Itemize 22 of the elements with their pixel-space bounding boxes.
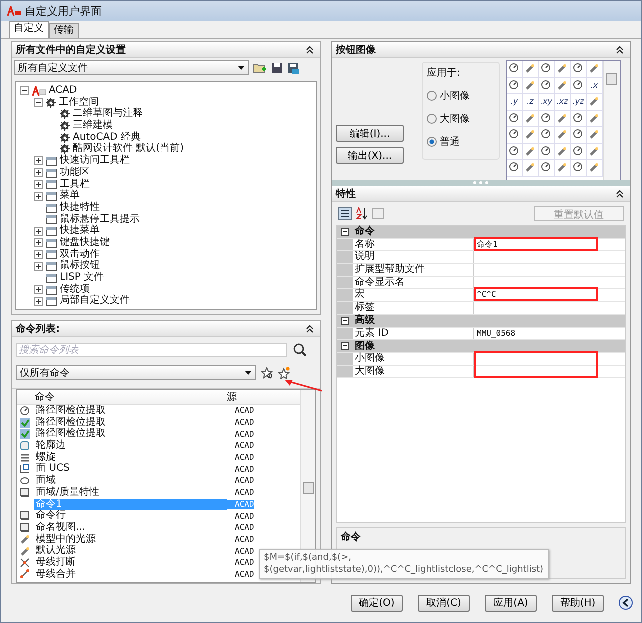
window-title: 自定义用户界面 [25,4,102,18]
category-label: 命令 [355,226,375,238]
column-header: 命令 [34,391,56,404]
category-label: 高级 [355,315,375,326]
group-label: 应用于: [427,66,462,80]
column-header: 源 [226,391,237,404]
tooltip: $M=$(if,$(and,$(>, $(getvar,lightliststate),0)),^C^C_lightlistclose,^C^C_lightlist) [259,549,549,579]
panel-title: 按钮图像 [336,44,376,56]
property-name: 大图像 [353,366,474,378]
property-name: 元素 ID [353,328,474,340]
property-name: 宏 [353,289,474,302]
property-name: 说明 [353,251,474,264]
panel-title: 所有文件中的自定义设置 [16,43,126,56]
panel-title: 命令列表: [16,322,60,336]
description-title: 命令 [341,532,361,543]
property-name: 命令显示名 [353,276,474,288]
property-name: 扩展型帮助文件 [353,264,474,276]
property-name: 小图像 [353,352,474,365]
category-label: 图像 [355,340,375,352]
property-name: 标签 [353,302,474,314]
panel-title: 特性 [336,188,356,200]
property-name: 名称 [353,238,474,250]
